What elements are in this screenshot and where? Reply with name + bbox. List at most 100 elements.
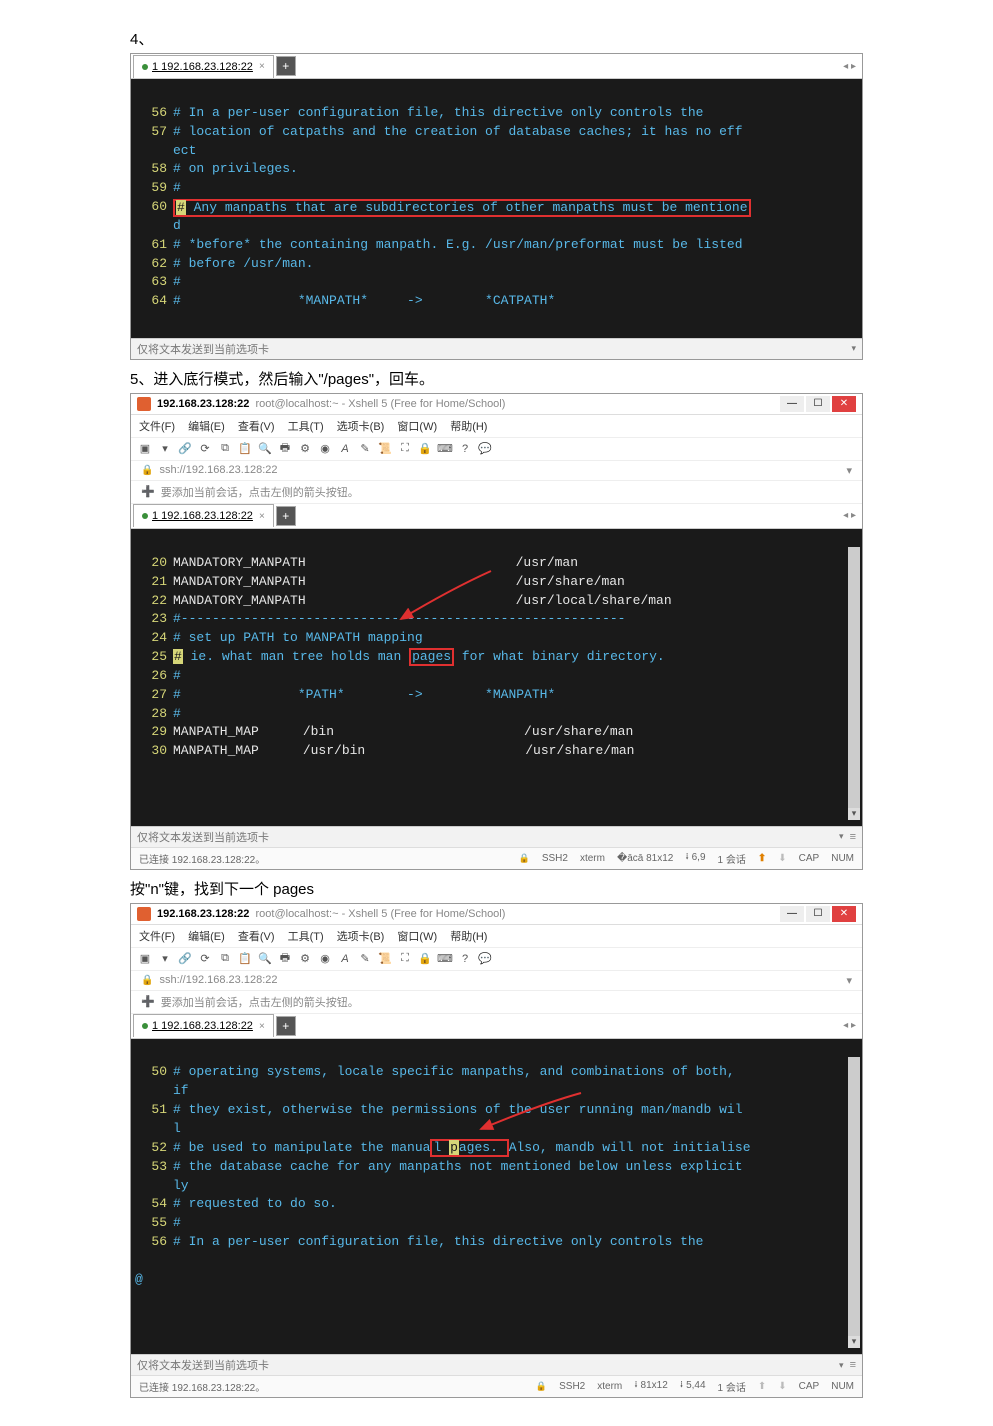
- new-session-icon[interactable]: ▣: [137, 951, 153, 967]
- add-session-icon[interactable]: ➕: [141, 485, 155, 498]
- new-tab-button[interactable]: +: [276, 56, 296, 76]
- dropdown-icon[interactable]: ▾: [851, 343, 856, 354]
- code-line: # the database cache for any manpaths no…: [173, 1159, 743, 1174]
- menu-edit[interactable]: 编辑(E): [188, 421, 225, 433]
- tab-nav-arrows[interactable]: ◂ ▸: [843, 61, 862, 72]
- maximize-button[interactable]: ☐: [806, 396, 830, 412]
- code-line: # requested to do so.: [173, 1196, 337, 1211]
- copy-icon[interactable]: ⧉: [217, 951, 233, 967]
- paste-icon[interactable]: 📋: [237, 951, 253, 967]
- dropdown-icon[interactable]: ▾: [839, 1360, 844, 1371]
- font-icon[interactable]: A: [337, 951, 353, 967]
- menu-edit[interactable]: 编辑(E): [188, 931, 225, 943]
- terminal-1[interactable]: 56# In a per-user configuration file, th…: [131, 79, 862, 338]
- menu-help[interactable]: 帮助(H): [450, 931, 487, 943]
- address-bar[interactable]: 🔒 ssh://192.168.23.128:22 ▾: [131, 461, 862, 481]
- scroll-down-icon[interactable]: ▾: [848, 1336, 860, 1348]
- print-icon[interactable]: 🖶: [277, 441, 293, 457]
- down-arrow-icon: ⬇: [778, 853, 786, 864]
- copy-icon[interactable]: ⧉: [217, 441, 233, 457]
- tab-label: 1 192.168.23.128:22: [152, 1020, 253, 1032]
- menu-tools[interactable]: 工具(T): [288, 931, 324, 943]
- status-cap: CAP: [799, 1381, 820, 1392]
- fullscreen-icon[interactable]: ⛶: [397, 951, 413, 967]
- lock2-icon[interactable]: 🔒: [417, 441, 433, 457]
- close-button[interactable]: ✕: [832, 396, 856, 412]
- menu-tools[interactable]: 工具(T): [288, 421, 324, 433]
- menu-window[interactable]: 窗口(W): [397, 931, 437, 943]
- chat-icon[interactable]: 💬: [477, 951, 493, 967]
- session-tab[interactable]: 1 192.168.23.128:22 ×: [133, 1014, 274, 1037]
- chat-icon[interactable]: 💬: [477, 441, 493, 457]
- new-tab-button[interactable]: +: [276, 1016, 296, 1036]
- search-icon[interactable]: 🔍: [257, 951, 273, 967]
- open-icon[interactable]: ▾: [157, 441, 173, 457]
- menu-file[interactable]: 文件(F): [139, 421, 175, 433]
- props-icon[interactable]: ⚙: [297, 951, 313, 967]
- help-icon[interactable]: ?: [457, 441, 473, 457]
- menu-view[interactable]: 查看(V): [238, 931, 275, 943]
- close-icon[interactable]: ×: [259, 1021, 265, 1032]
- up-arrow-icon: ⬆: [758, 853, 766, 864]
- script-icon[interactable]: 📜: [377, 951, 393, 967]
- close-icon[interactable]: ×: [259, 61, 265, 72]
- paste-icon[interactable]: 📋: [237, 441, 253, 457]
- script-icon[interactable]: 📜: [377, 441, 393, 457]
- help-icon[interactable]: ?: [457, 951, 473, 967]
- session-tab[interactable]: 1 192.168.23.128:22 ×: [133, 55, 274, 78]
- send-text-bar[interactable]: 仅将文本发送到当前选项卡 ▾ ≡: [131, 826, 862, 847]
- color-icon[interactable]: ◉: [317, 951, 333, 967]
- menu-view[interactable]: 查看(V): [238, 421, 275, 433]
- menu-tab[interactable]: 选项卡(B): [337, 931, 385, 943]
- link-icon[interactable]: 🔗: [177, 951, 193, 967]
- print-icon[interactable]: 🖶: [277, 951, 293, 967]
- tab-nav-arrows[interactable]: ◂ ▸: [843, 510, 862, 521]
- font-icon[interactable]: A: [337, 441, 353, 457]
- address-bar[interactable]: 🔒 ssh://192.168.23.128:22 ▾: [131, 971, 862, 991]
- tab-nav-arrows[interactable]: ◂ ▸: [843, 1020, 862, 1031]
- reconnect-icon[interactable]: ⟳: [197, 441, 213, 457]
- keyboard-icon[interactable]: ⌨: [437, 441, 453, 457]
- search-icon[interactable]: 🔍: [257, 441, 273, 457]
- menu-help[interactable]: 帮助(H): [450, 421, 487, 433]
- menu-icon[interactable]: ≡: [850, 831, 856, 843]
- down-arrow-icon: ⬇: [778, 1381, 786, 1392]
- menu-window[interactable]: 窗口(W): [397, 421, 437, 433]
- dropdown-icon[interactable]: ▾: [846, 974, 852, 987]
- new-tab-button[interactable]: +: [276, 506, 296, 526]
- scroll-down-icon[interactable]: ▾: [848, 808, 860, 820]
- reconnect-icon[interactable]: ⟳: [197, 951, 213, 967]
- close-button[interactable]: ✕: [832, 906, 856, 922]
- code-line: ect: [173, 143, 196, 158]
- line-number: 53: [141, 1158, 167, 1177]
- link-icon[interactable]: 🔗: [177, 441, 193, 457]
- dropdown-icon[interactable]: ▾: [839, 831, 844, 842]
- new-session-icon[interactable]: ▣: [137, 441, 153, 457]
- scrollbar[interactable]: ▴ ▾: [848, 1045, 860, 1349]
- maximize-button[interactable]: ☐: [806, 906, 830, 922]
- close-icon[interactable]: ×: [259, 511, 265, 522]
- menu-file[interactable]: 文件(F): [139, 931, 175, 943]
- highlight-icon[interactable]: ✎: [357, 441, 373, 457]
- minimize-button[interactable]: —: [780, 396, 804, 412]
- lock2-icon[interactable]: 🔒: [417, 951, 433, 967]
- terminal-2[interactable]: 20MANDATORY_MANPATH/usr/man 21MANDATORY_…: [131, 529, 862, 826]
- toolbar: ▣ ▾ 🔗 ⟳ ⧉ 📋 🔍 🖶 ⚙ ◉ A ✎ 📜 ⛶ 🔒 ⌨ ? 💬: [131, 948, 862, 971]
- send-text-bar[interactable]: 仅将文本发送到当前选项卡 ▾: [131, 338, 862, 359]
- color-icon[interactable]: ◉: [317, 441, 333, 457]
- add-session-icon[interactable]: ➕: [141, 995, 155, 1008]
- session-tab[interactable]: 1 192.168.23.128:22 ×: [133, 504, 274, 527]
- open-icon[interactable]: ▾: [157, 951, 173, 967]
- props-icon[interactable]: ⚙: [297, 441, 313, 457]
- send-text-bar[interactable]: 仅将文本发送到当前选项卡 ▾ ≡: [131, 1354, 862, 1375]
- keyboard-icon[interactable]: ⌨: [437, 951, 453, 967]
- minimize-button[interactable]: —: [780, 906, 804, 922]
- terminal-3[interactable]: 50# operating systems, locale specific m…: [131, 1039, 862, 1355]
- code-line: # *before* the containing manpath. E.g. …: [173, 237, 743, 252]
- menu-icon[interactable]: ≡: [850, 1359, 856, 1371]
- fullscreen-icon[interactable]: ⛶: [397, 441, 413, 457]
- scrollbar[interactable]: ▴ ▾: [848, 535, 860, 820]
- highlight-icon[interactable]: ✎: [357, 951, 373, 967]
- menu-tab[interactable]: 选项卡(B): [337, 421, 385, 433]
- dropdown-icon[interactable]: ▾: [846, 464, 852, 477]
